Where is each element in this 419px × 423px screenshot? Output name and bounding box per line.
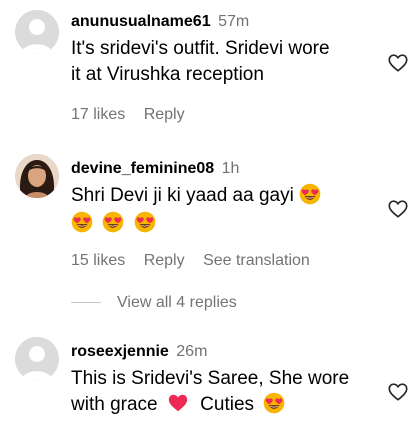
comment-header: devine_feminine08 1h xyxy=(71,159,375,179)
heart-outline-icon[interactable] xyxy=(387,52,409,74)
username[interactable]: roseexjennie xyxy=(71,343,169,360)
comment-text: This is Sridevi's Saree, She wore with g… xyxy=(71,366,375,418)
comment-text-line: This is Sridevi's Saree, She wore xyxy=(71,368,350,389)
comment-text-line: it at Virushka reception xyxy=(71,64,264,85)
heart-eyes-emoji-icon xyxy=(102,211,124,233)
heart-outline-icon[interactable] xyxy=(387,381,409,403)
comment-text-line: with grace xyxy=(71,394,158,415)
heart-outline-icon[interactable] xyxy=(387,198,409,220)
red-heart-emoji-icon xyxy=(167,392,189,414)
comment-text-line: It's sridevi's outfit. Sridevi wore xyxy=(71,38,330,59)
view-replies-label: View all 4 replies xyxy=(117,294,237,311)
username[interactable]: devine_feminine08 xyxy=(71,160,214,177)
timestamp: 26m xyxy=(176,343,208,360)
heart-eyes-emoji-icon xyxy=(263,392,285,414)
avatar[interactable] xyxy=(15,154,59,198)
comment-text-line: Cuties xyxy=(200,394,255,415)
view-replies-button[interactable]: View all 4 replies xyxy=(71,294,237,312)
comment-actions: 17 likes Reply xyxy=(71,105,199,125)
default-avatar-icon xyxy=(15,10,59,54)
see-translation-button[interactable]: See translation xyxy=(203,252,310,269)
avatar[interactable] xyxy=(15,10,59,54)
timestamp: 57m xyxy=(218,13,250,30)
default-avatar-icon xyxy=(15,337,59,381)
username[interactable]: anunusualname61 xyxy=(71,13,211,30)
timestamp: 1h xyxy=(221,160,240,177)
heart-eyes-emoji-icon xyxy=(71,211,93,233)
comment-text: It's sridevi's outfit. Sridevi wore it a… xyxy=(71,36,375,88)
likes-count[interactable]: 15 likes xyxy=(71,252,125,269)
comment-text: Shri Devi ji ki yaad aa gayi xyxy=(71,183,375,237)
heart-eyes-emoji-icon xyxy=(299,183,321,205)
profile-photo-icon xyxy=(15,154,59,198)
comment-header: anunusualname61 57m xyxy=(71,12,375,32)
comment-actions: 15 likes Reply See translation xyxy=(71,251,324,271)
heart-eyes-emoji-icon xyxy=(134,211,156,233)
avatar[interactable] xyxy=(15,337,59,381)
comment-header: roseexjennie 26m xyxy=(71,342,375,362)
reply-button[interactable]: Reply xyxy=(144,106,185,123)
reply-button[interactable]: Reply xyxy=(144,252,185,269)
divider-line xyxy=(71,302,101,304)
likes-count[interactable]: 17 likes xyxy=(71,106,125,123)
comment-text-line: Shri Devi ji ki yaad aa gayi xyxy=(71,185,294,206)
